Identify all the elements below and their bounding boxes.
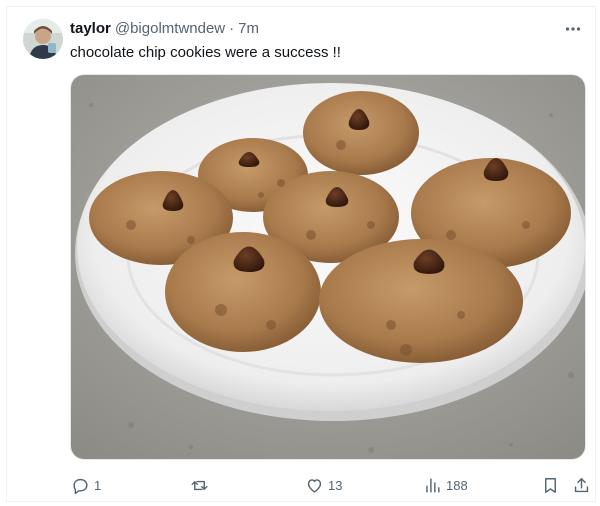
avatar-image (23, 19, 63, 59)
heart-icon (307, 478, 322, 493)
views-button[interactable]: 188 (423, 476, 468, 495)
view-count: 188 (446, 477, 468, 493)
bookmark-icon (545, 477, 556, 493)
timestamp[interactable]: 7m (238, 20, 259, 37)
handle[interactable]: @bigolmtwndew (115, 20, 225, 37)
tweet-media[interactable] (70, 74, 586, 460)
reply-icon (73, 478, 88, 494)
tweet-card[interactable]: taylor @bigolmtwndew · 7m chocolate chip… (6, 6, 596, 502)
share-icon (574, 477, 589, 492)
more-horizontal-icon (565, 27, 581, 31)
tweet-text: chocolate chip cookies were a success !! (70, 44, 341, 61)
analytics-icon (426, 477, 440, 493)
repost-button[interactable] (190, 476, 213, 495)
tweet-header: taylor @bigolmtwndew · 7m (70, 20, 259, 40)
repost-icon (191, 480, 208, 490)
tweet-actions: 1 13 188 (67, 471, 589, 499)
bookmark-button[interactable] (541, 476, 560, 495)
like-count: 13 (328, 477, 343, 493)
more-options-button[interactable] (561, 17, 585, 41)
separator: · (229, 20, 235, 37)
share-button[interactable] (572, 476, 591, 495)
like-button[interactable]: 13 (305, 476, 342, 495)
avatar[interactable] (23, 19, 63, 59)
reply-button[interactable]: 1 (71, 476, 101, 495)
cookie-photo (71, 75, 585, 459)
display-name[interactable]: taylor (70, 20, 111, 37)
reply-count: 1 (94, 477, 102, 493)
